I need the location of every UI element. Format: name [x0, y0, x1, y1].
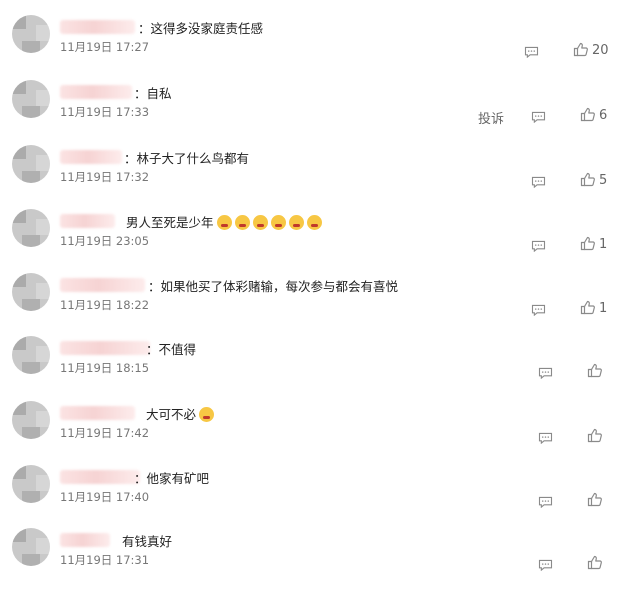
username-blurred[interactable] [60, 20, 135, 34]
username-blurred[interactable] [60, 406, 135, 420]
username-blurred[interactable] [60, 278, 145, 292]
like-count: 5 [599, 173, 608, 188]
username-blurred[interactable] [60, 85, 132, 99]
emoji-icon [252, 215, 268, 230]
comment-item: 大可不必 11月19日 17:42 [0, 401, 632, 465]
emoji-icon [288, 215, 304, 230]
like-count: 20 [592, 43, 609, 58]
comment-prefix: ： [134, 471, 147, 486]
username-blurred[interactable] [60, 150, 122, 164]
comment-item: ：自私 11月19日 17:33 投诉 6 [0, 80, 632, 144]
comment-list: ：这得多没家庭责任感 11月19日 17:27 20 ：自私 11月19日 17:33 投… [0, 0, 632, 578]
comment-item: ：他家有矿吧 11月19日 17:40 [0, 465, 632, 529]
comment-body: 林子大了什么鸟都有 [136, 151, 250, 166]
comment-body: 男人至死是少年 [126, 215, 214, 230]
avatar[interactable] [12, 465, 50, 503]
avatar[interactable] [12, 273, 50, 311]
comment-time: 11月19日 17:32 [60, 170, 150, 184]
like-count: 1 [599, 237, 608, 252]
like-count: 6 [599, 108, 608, 123]
comment-body: 这得多没家庭责任感 [150, 21, 264, 36]
report-link[interactable]: 投诉 [478, 108, 504, 127]
username-blurred[interactable] [60, 470, 140, 484]
like-count: 1 [599, 301, 608, 316]
thumbs-up-icon[interactable] [573, 42, 589, 57]
thumbs-up-icon[interactable] [580, 107, 596, 122]
comment-text: ：这得多没家庭责任感 [138, 18, 263, 37]
thumbs-up-icon[interactable] [587, 492, 603, 507]
comment-time: 11月19日 18:15 [60, 361, 150, 375]
comment-item: ：这得多没家庭责任感 11月19日 17:27 20 [0, 15, 632, 79]
avatar[interactable] [12, 336, 50, 374]
comment-time: 11月19日 17:40 [60, 490, 150, 504]
emoji-icon [199, 407, 215, 422]
comment-text: 男人至死是少年 [126, 212, 322, 231]
comment-time: 11月19日 17:27 [60, 40, 150, 54]
comment-time: 11月19日 17:42 [60, 426, 150, 440]
comment-item: ：不值得 11月19日 18:15 [0, 336, 632, 400]
comment-item: 有钱真好 11月19日 17:31 [0, 528, 632, 592]
comment-icon[interactable] [531, 301, 546, 317]
username-blurred[interactable] [60, 341, 150, 355]
avatar[interactable] [12, 15, 50, 53]
comment-icon[interactable] [538, 364, 553, 380]
comment-prefix: ： [148, 279, 161, 294]
comment-icon[interactable] [538, 556, 553, 572]
comment-body: 自私 [146, 86, 172, 101]
comment-item: ：林子大了什么鸟都有 11月19日 17:32 5 [0, 145, 632, 209]
comment-body: 有钱真好 [122, 534, 173, 549]
comment-text: ：林子大了什么鸟都有 [124, 148, 249, 167]
comment-body: 不值得 [158, 342, 197, 357]
comment-time: 11月19日 17:33 [60, 105, 150, 119]
comment-time: 11月19日 18:22 [60, 298, 150, 312]
comment-icon[interactable] [538, 493, 553, 509]
comment-icon[interactable] [531, 173, 546, 189]
avatar[interactable] [12, 80, 50, 118]
thumbs-up-icon[interactable] [580, 172, 596, 187]
comment-text: ：不值得 [146, 339, 196, 358]
avatar[interactable] [12, 209, 50, 247]
username-blurred[interactable] [60, 214, 115, 228]
emoji-icon [270, 215, 286, 230]
comment-body: 他家有矿吧 [146, 471, 210, 486]
comment-prefix: ： [138, 21, 151, 36]
emoji-icon [306, 215, 322, 230]
thumbs-up-icon[interactable] [580, 300, 596, 315]
comment-icon[interactable] [524, 43, 539, 59]
comment-prefix: ： [134, 86, 147, 101]
thumbs-up-icon[interactable] [587, 428, 603, 443]
comment-icon[interactable] [538, 429, 553, 445]
emoji-icon [216, 215, 232, 230]
thumbs-up-icon[interactable] [587, 363, 603, 378]
comment-text: ：他家有矿吧 [134, 468, 209, 487]
comment-body: 大可不必 [146, 407, 197, 422]
comment-prefix: ： [146, 342, 159, 357]
comment-icon[interactable] [531, 237, 546, 253]
comment-body: 如果他买了体彩赌输，每次参与都会有喜悦 [160, 279, 399, 294]
comment-icon[interactable] [531, 108, 546, 124]
comment-text: 有钱真好 [122, 531, 172, 550]
username-blurred[interactable] [60, 533, 110, 547]
comment-time: 11月19日 23:05 [60, 234, 150, 248]
comment-item: 男人至死是少年 11月19日 23:05 1 [0, 209, 632, 273]
comment-prefix: ： [124, 151, 137, 166]
thumbs-up-icon[interactable] [580, 236, 596, 251]
comment-text: ：自私 [134, 83, 172, 102]
comment-time: 11月19日 17:31 [60, 553, 150, 567]
avatar[interactable] [12, 145, 50, 183]
avatar[interactable] [12, 401, 50, 439]
thumbs-up-icon[interactable] [587, 555, 603, 570]
comment-item: ：如果他买了体彩赌输，每次参与都会有喜悦 11月19日 18:22 1 [0, 273, 632, 337]
avatar[interactable] [12, 528, 50, 566]
emoji-icon [234, 215, 250, 230]
comment-text: ：如果他买了体彩赌输，每次参与都会有喜悦 [148, 276, 398, 295]
comment-text: 大可不必 [146, 404, 215, 423]
